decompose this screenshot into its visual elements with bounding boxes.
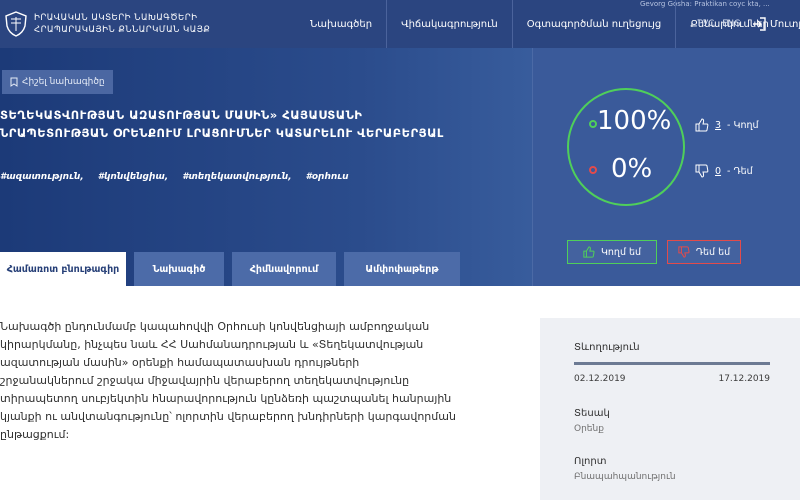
project-info-panel: Տևողություն 02.12.2019 17.12.2019 Տեսակ … (540, 318, 800, 500)
project-tabs: Համառոտ բնութագիր Նախագիծ Հիմնավորում Ամ… (0, 252, 460, 286)
description-line: ընթացքում: (0, 428, 70, 441)
nav-item-user-guide[interactable]: Օգտագործման ուղեցույց (511, 0, 675, 48)
tag-aarhus[interactable]: #օրհուս (306, 172, 349, 182)
tag-list: #ազատություն, #կոնվենցիա, #տեղեկատվությո… (0, 172, 349, 182)
thumbs-up-icon (695, 118, 709, 132)
duration-progress-fill (574, 362, 770, 365)
project-description: Նախագծի ընդունմամբ կապահովվի Օրհուսի կոն… (0, 318, 520, 444)
login-button[interactable]: Մուտք (752, 0, 800, 48)
vote-yes-label: Կողմ եմ (600, 246, 642, 258)
area-value: Բնապահպանություն (574, 472, 676, 482)
thumbs-down-icon (695, 164, 709, 178)
area-label: Ոլորտ (574, 456, 607, 467)
type-value: Օրենք (574, 424, 604, 434)
nav-item-statistics[interactable]: Վիճակագրություն (386, 0, 512, 48)
vote-no-label: Դեմ եմ (695, 246, 731, 258)
vote-yes-button[interactable]: Կողմ եմ (567, 240, 657, 264)
tag-convention[interactable]: #կոնվենցիա, (98, 172, 168, 182)
yes-count: 3 - Կողմ (695, 118, 759, 132)
start-date: 02.12.2019 (574, 374, 626, 384)
yes-count-number[interactable]: 3 (715, 120, 721, 131)
tab-summary-sheet[interactable]: Ամփոփաթերթ (344, 252, 460, 286)
remember-project-button[interactable]: Հիշել նախագիծը (2, 70, 113, 94)
yes-indicator-icon (589, 120, 597, 128)
tag-information[interactable]: #տեղեկատվություն, (182, 172, 291, 182)
tab-justification[interactable]: Հիմնավորում (232, 252, 336, 286)
vote-panel: 100% 0% 3 - Կողմ 0 - Դեմ Կողմ եմ Դեմ եմ (532, 48, 800, 286)
no-indicator-icon (589, 166, 597, 174)
project-hero: Հիշել նախագիծը ՏԵՂԵԿԱՏՎՈՒԹՅԱՆ ԱԶԱՏՈՒԹՅԱՆ… (0, 48, 800, 286)
thumbs-down-icon (678, 246, 690, 258)
no-count: 0 - Դեմ (695, 164, 753, 178)
duration-label: Տևողություն (574, 342, 640, 353)
top-navigation-bar: ԻՐԱՎԱԿԱՆ ԱԿՏԵՐԻ ՆԱԽԱԳԾԵՐԻ ՀՐԱՊԱՐԱԿԱՅԻՆ Ք… (0, 0, 800, 48)
login-icon (753, 17, 766, 31)
no-count-number[interactable]: 0 (715, 166, 721, 177)
description-line: շրջանակներում շրջակա միջավայրին վերաբերո… (0, 374, 410, 387)
project-title-line1: ՏԵՂԵԿԱՏՎՈՒԹՅԱՆ ԱԶԱՏՈՒԹՅԱՆ ՄԱՍԻՆ» ՀԱՅԱՍՏԱ… (0, 108, 363, 122)
description-line: կյանքի ու անվտանգությունը՝ ոլորտին վերաբ… (0, 410, 456, 423)
tab-draft[interactable]: Նախագիծ (134, 252, 224, 286)
no-count-label: - Դեմ (727, 165, 753, 177)
project-title-line2: ՆՐԱՊԵՏՈՒԹՅԱՆ ՕՐԵՆՔՈՒՄ ԼՐԱՑՈՒՄՆԵՐ ԿԱՏԱՐԵԼ… (0, 126, 444, 140)
yes-percent: 100% (597, 106, 672, 136)
no-percent: 0% (611, 154, 653, 184)
description-line: Նախագծի ընդունմամբ կապահովվի Օրհուսի կոն… (0, 320, 430, 333)
description-line: ազատության մասին» օրենքի համապատասխան դր… (0, 356, 360, 369)
end-date: 17.12.2019 (718, 374, 770, 384)
project-title: ՏԵՂԵԿԱՏՎՈՒԹՅԱՆ ԱԶԱՏՈՒԹՅԱՆ ՄԱՍԻՆ» ՀԱՅԱՍՏԱ… (0, 106, 520, 142)
duration-progress-bar (574, 362, 770, 365)
login-label: Մուտք (770, 18, 800, 30)
duration-dates: 02.12.2019 17.12.2019 (574, 374, 770, 384)
site-logo[interactable]: ԻՐԱՎԱԿԱՆ ԱԿՏԵՐԻ ՆԱԽԱԳԾԵՐԻ ՀՐԱՊԱՐԱԿԱՅԻՆ Ք… (0, 6, 210, 42)
vote-no-button[interactable]: Դեմ եմ (667, 240, 741, 264)
lang-en-link[interactable]: ENG (722, 19, 740, 29)
lang-ru-link[interactable]: РУС (698, 19, 714, 29)
site-name-line1: ԻՐԱՎԱԿԱՆ ԱԿՏԵՐԻ ՆԱԽԱԳԾԵՐԻ (34, 13, 198, 23)
remember-project-label: Հիշել նախագիծը (22, 77, 105, 87)
tab-summary[interactable]: Համառոտ բնութագիր (0, 252, 126, 286)
bookmark-icon (10, 77, 18, 87)
yes-count-label: - Կողմ (727, 119, 759, 131)
language-switcher: РУС ENG (698, 0, 741, 48)
site-name: ԻՐԱՎԱԿԱՆ ԱԿՏԵՐԻ ՆԱԽԱԳԾԵՐԻ ՀՐԱՊԱՐԱԿԱՅԻՆ Ք… (34, 12, 210, 36)
site-name-line2: ՀՐԱՊԱՐԱԿԱՅԻՆ ՔՆՆԱՐԿՄԱՆ ԿԱՅՔ (34, 25, 211, 35)
type-label: Տեսակ (574, 408, 610, 419)
coat-of-arms-icon (5, 11, 27, 37)
tag-freedom[interactable]: #ազատություն, (0, 172, 84, 182)
description-line: կիրարկմանը, ինչպես նաև ՀՀ Սահմանադրությա… (0, 338, 424, 351)
nav-item-projects[interactable]: Նախագծեր (296, 0, 386, 48)
description-line: տիրապետող սուբյեկտին հնարավորություն կըն… (0, 392, 452, 405)
thumbs-up-icon (583, 246, 595, 258)
